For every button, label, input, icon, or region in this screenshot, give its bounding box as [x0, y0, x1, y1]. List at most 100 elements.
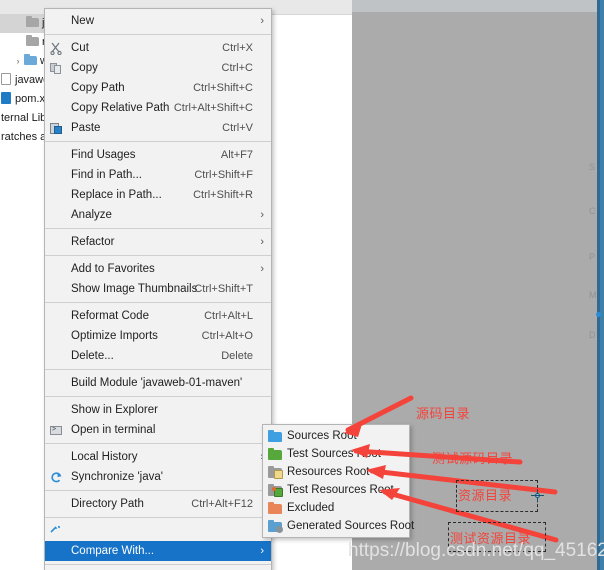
menu-item-synchronize[interactable]: Synchronize 'java': [45, 467, 271, 487]
submenu-item-excluded[interactable]: Excluded: [263, 499, 409, 517]
watermark-url: https://blog.csdn.net/qq_45162683: [348, 540, 604, 561]
chevron-right-icon[interactable]: ›: [12, 52, 24, 71]
menu-item-copy-relative-path[interactable]: Copy Relative Path Ctrl+Alt+Shift+C: [45, 98, 271, 118]
menu-separator: [45, 564, 271, 565]
menu-item-find-in-path[interactable]: Find in Path... Ctrl+Shift+F: [45, 165, 271, 185]
submenu-arrow-icon: ›: [260, 209, 264, 221]
folder-gray-resource-icon: [268, 466, 283, 479]
folder-gray-test-resource-icon: [268, 484, 283, 497]
maven-file-icon: [1, 92, 12, 104]
annotation-selection-box-resources[interactable]: [456, 480, 538, 512]
submenu-arrow-icon: ›: [260, 15, 264, 27]
menu-item-mark-directory-as[interactable]: Compare With... ›: [45, 541, 271, 561]
menu-item-label: Analyze: [71, 209, 112, 221]
menu-item-add-to-favorites[interactable]: Add to Favorites ›: [45, 259, 271, 279]
menu-item-label: Compare With...: [71, 545, 155, 557]
folder-blue-icon: [24, 54, 37, 65]
menu-separator: [45, 255, 271, 256]
menu-separator: [45, 302, 271, 303]
menu-item-label: Local History: [71, 451, 138, 463]
folder-blue-icon: [268, 430, 282, 442]
folder-icon: [26, 16, 39, 27]
menu-item-label: Find Usages: [71, 149, 136, 161]
menu-item-show-in-explorer[interactable]: Show in Explorer: [45, 400, 271, 420]
submenu-arrow-icon: ›: [260, 236, 264, 248]
menu-separator: [45, 396, 271, 397]
submenu-item-test-sources-root[interactable]: Test Sources Root: [263, 445, 409, 463]
menu-separator: [45, 34, 271, 35]
menu-item-local-history[interactable]: Local History ›: [45, 447, 271, 467]
submenu-item-label: Excluded: [287, 502, 335, 514]
menu-item-accelerator: Ctrl+Shift+F: [194, 169, 253, 181]
submenu-item-label: Test Resources Root: [287, 484, 394, 496]
submenu-item-label: Test Sources Root: [287, 448, 381, 460]
menu-item-label: Copy Path: [71, 82, 125, 94]
menu-item-label: Optimize Imports: [71, 330, 158, 342]
menu-item-label: Show Image Thumbnails: [71, 283, 198, 295]
folder-icon: [26, 35, 39, 46]
menu-item-show-image-thumbnails[interactable]: Show Image Thumbnails Ctrl+Shift+T: [45, 279, 271, 299]
menu-item-build-module[interactable]: Build Module 'javaweb-01-maven': [45, 373, 271, 393]
menu-item-label: Find in Path...: [71, 169, 142, 181]
menu-item-compare-with[interactable]: [45, 521, 271, 541]
menu-item-label: Directory Path: [71, 498, 144, 510]
menu-item-accelerator: Ctrl+Alt+Shift+C: [173, 102, 253, 114]
submenu-arrow-icon: ›: [260, 263, 264, 275]
menu-item-label: Synchronize 'java': [71, 471, 163, 483]
menu-item-accelerator: Ctrl+X: [222, 42, 253, 54]
menu-item-copy[interactable]: Copy Ctrl+C: [45, 58, 271, 78]
submenu-item-resources-root[interactable]: Resources Root: [263, 463, 409, 481]
menu-item-accelerator: Ctrl+C: [221, 62, 253, 74]
menu-item-label: Paste: [71, 122, 101, 134]
menu-item-label: Open in terminal: [71, 424, 156, 436]
mark-directory-as-submenu: Sources Root Test Sources Root Resources…: [262, 424, 414, 538]
menu-item-replace-in-path[interactable]: Replace in Path... Ctrl+Shift+R: [45, 185, 271, 205]
edge-marker-dot: [596, 312, 601, 317]
menu-separator: [45, 490, 271, 491]
menu-item-new[interactable]: New ›: [45, 11, 271, 31]
submenu-item-test-resources-root[interactable]: Test Resources Root: [263, 481, 409, 499]
menu-separator: [45, 517, 271, 518]
menu-item-accelerator: Ctrl+Shift+T: [194, 283, 253, 295]
menu-item-label: Cut: [71, 42, 89, 54]
menu-item-label: Delete...: [71, 350, 114, 362]
paste-icon: [50, 122, 63, 135]
menu-item-analyze[interactable]: Analyze ›: [45, 205, 271, 225]
edge-ghost-char: P: [589, 252, 596, 262]
submenu-item-sources-root[interactable]: Sources Root: [263, 427, 409, 445]
submenu-arrow-icon: ›: [260, 545, 264, 557]
menu-item-label: Replace in Path...: [71, 189, 162, 201]
menu-item-refactor[interactable]: Refactor ›: [45, 232, 271, 252]
menu-item-accelerator: Ctrl+Shift+R: [193, 189, 253, 201]
menu-item-directory-path[interactable]: Directory Path Ctrl+Alt+F12: [45, 494, 271, 514]
menu-item-label: Reformat Code: [71, 310, 149, 322]
menu-item-paste[interactable]: Paste Ctrl+V: [45, 118, 271, 138]
menu-item-open-in-terminal[interactable]: Open in terminal: [45, 420, 271, 440]
menu-separator: [45, 369, 271, 370]
move-handle-icon[interactable]: [531, 489, 544, 502]
menu-item-label: Copy: [71, 62, 98, 74]
screenshot-root: S C P M D java re ›w javaweb pom.xm tern…: [0, 0, 604, 570]
menu-item-accelerator: Alt+F7: [220, 149, 253, 161]
menu-item-reformat-code[interactable]: Reformat Code Ctrl+Alt+L: [45, 306, 271, 326]
edge-ghost-char: S: [589, 162, 596, 172]
menu-item-copy-path[interactable]: Copy Path Ctrl+Shift+C: [45, 78, 271, 98]
menu-item-cut[interactable]: Cut Ctrl+X: [45, 38, 271, 58]
submenu-item-label: Generated Sources Root: [287, 520, 415, 532]
edge-ghost-char: C: [589, 206, 596, 216]
right-edge-line: [600, 0, 604, 570]
menu-item-optimize-imports[interactable]: Optimize Imports Ctrl+Alt+O: [45, 326, 271, 346]
scissors-icon: [50, 42, 63, 56]
context-menu: New › Cut Ctrl+X Copy Ctrl+C Copy Path C…: [44, 8, 272, 570]
folder-orange-icon: [268, 502, 282, 514]
menu-item-find-usages[interactable]: Find Usages Alt+F7: [45, 145, 271, 165]
menu-item-label: Copy Relative Path: [71, 102, 170, 114]
menu-item-accelerator: Delete: [221, 350, 253, 362]
menu-separator: [45, 228, 271, 229]
menu-item-delete[interactable]: Delete... Delete: [45, 346, 271, 366]
submenu-item-generated-sources-root[interactable]: Generated Sources Root: [263, 517, 414, 535]
menu-item-label: Add to Favorites: [71, 263, 155, 275]
folder-blue-gear-icon: [268, 520, 283, 533]
folder-green-icon: [268, 448, 282, 460]
menu-item-accelerator: Ctrl+Alt+F12: [191, 498, 253, 510]
